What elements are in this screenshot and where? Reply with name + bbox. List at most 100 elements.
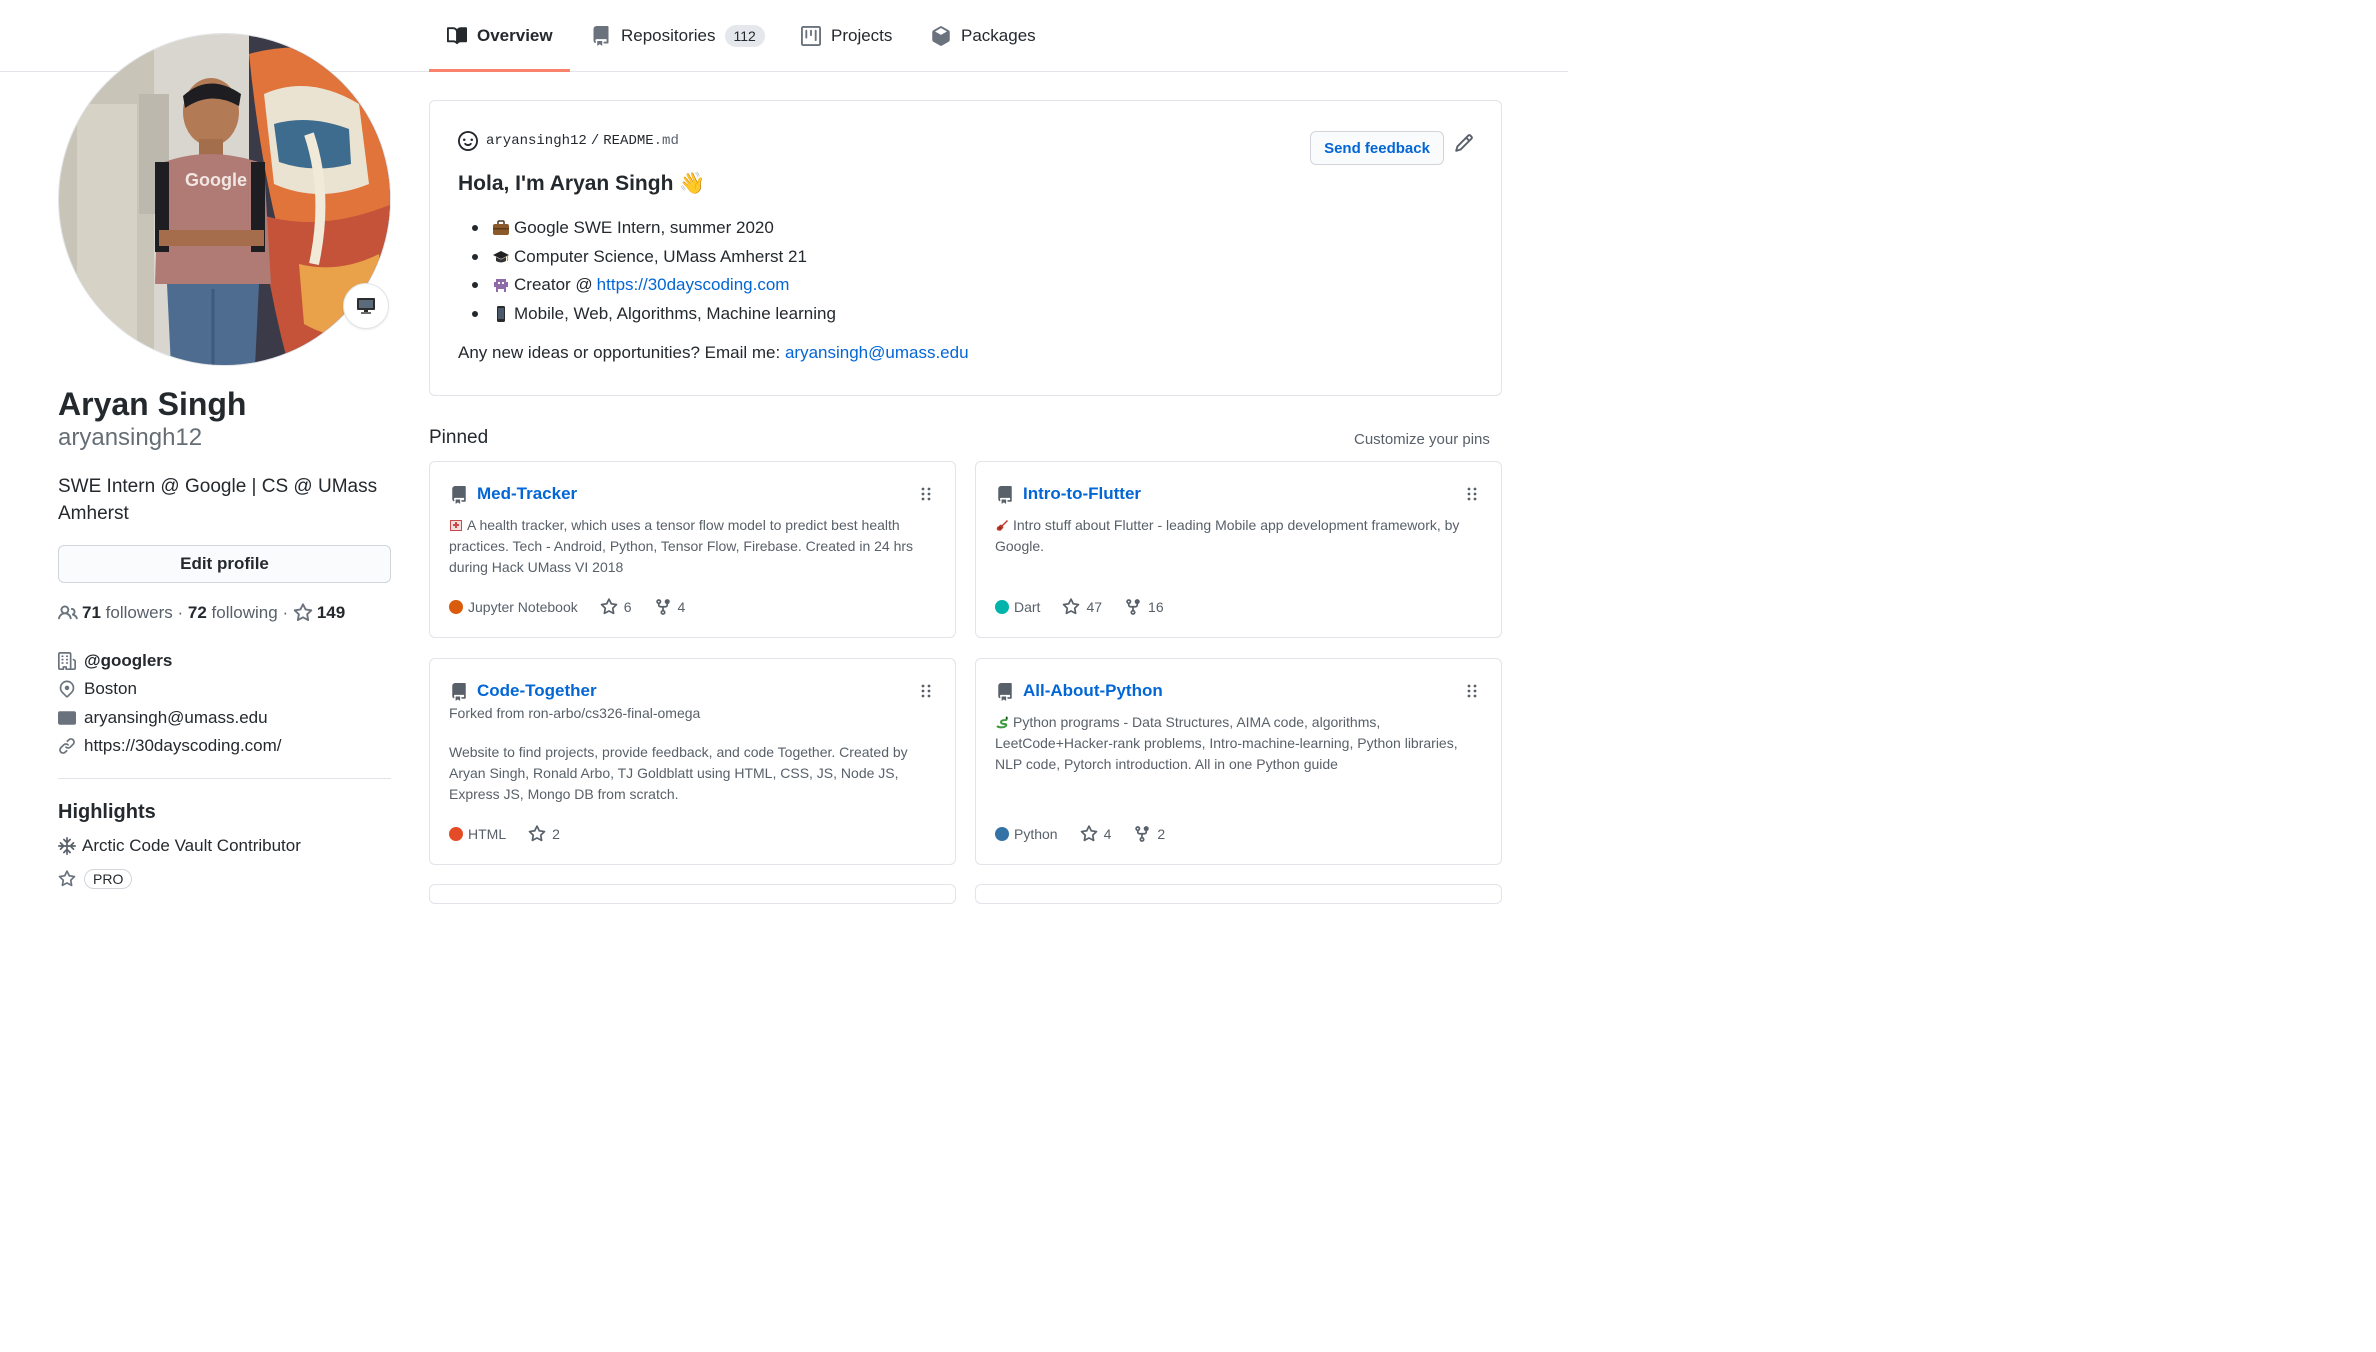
highlight-arctic-vault-label: Arctic Code Vault Contributor <box>82 836 301 855</box>
link-icon <box>59 738 75 754</box>
followers-link[interactable]: 71 followers <box>82 603 173 623</box>
active-tab-indicator <box>429 69 570 72</box>
tab-repositories-label: Repositories <box>621 26 716 45</box>
list-item: Mobile, Web, Algorithms, Machine learnin… <box>458 300 836 329</box>
repo-stars-count: 2 <box>552 826 560 842</box>
send-feedback-button[interactable]: Send feedback <box>1310 131 1444 165</box>
alien-monster-icon <box>494 279 508 293</box>
language-color-dot <box>449 600 463 614</box>
profile-username: aryansingh12 <box>58 424 203 451</box>
edit-profile-button[interactable]: Edit profile <box>58 545 391 583</box>
repo-forks-link[interactable]: 2 <box>1133 825 1165 843</box>
star-icon <box>58 870 76 887</box>
pencil-icon[interactable] <box>1454 133 1474 153</box>
forked-from-text[interactable]: Forked from ron-arbo/cs326-final-omega <box>449 705 700 721</box>
readme-contact-text: Any new ideas or opportunities? Email me… <box>458 343 785 362</box>
readme-website-link[interactable]: https://30dayscoding.com <box>597 275 790 295</box>
bullet <box>472 253 478 260</box>
repo-stars-link[interactable]: 47 <box>1062 598 1102 616</box>
tab-projects-label: Projects <box>831 26 893 45</box>
readme-contact: Any new ideas or opportunities? Email me… <box>458 343 969 363</box>
stars-link[interactable]: 149 <box>293 603 345 623</box>
repo-description-text: Python programs - Data Structures, AIMA … <box>995 714 1458 772</box>
repo-forks-link[interactable]: 16 <box>1124 598 1164 616</box>
highlights-title: Highlights <box>58 801 156 823</box>
customize-pins-link[interactable]: Customize your pins <box>1354 431 1490 448</box>
mobile-phone-icon <box>497 305 505 322</box>
list-item: Google SWE Intern, summer 2020 <box>458 214 836 243</box>
readme-path-separator: / <box>590 133 600 149</box>
following-label: following <box>211 603 278 622</box>
readme-item-text: Creator @ <box>514 275 593 295</box>
star-icon <box>1063 598 1080 615</box>
star-icon <box>528 825 546 842</box>
list-item: Creator @ https://30dayscoding.com <box>458 271 836 300</box>
repo-forks-link[interactable]: 4 <box>654 598 685 616</box>
pro-badge: PRO <box>84 869 133 889</box>
readme-item-text: Mobile, Web, Algorithms, Machine learnin… <box>514 303 836 323</box>
drag-handle-icon[interactable] <box>919 683 933 699</box>
organization-link[interactable]: @googlers <box>84 651 172 671</box>
repo-stars-count: 6 <box>623 599 632 615</box>
readme-owner-link[interactable]: aryansingh12 <box>486 133 587 149</box>
following-count: 72 <box>187 603 207 622</box>
readme-filename[interactable]: README <box>603 133 653 149</box>
repo-icon <box>452 486 466 504</box>
readme-email-link[interactable]: aryansingh@umass.edu <box>785 343 969 362</box>
repo-stars-link[interactable]: 4 <box>1080 825 1112 843</box>
repo-language: Python <box>1014 826 1058 842</box>
repo-name-link[interactable]: Code-Together <box>477 681 597 701</box>
repo-description: Python programs - Data Structures, AIMA … <box>995 712 1485 775</box>
drag-handle-icon[interactable] <box>1465 486 1479 502</box>
star-icon <box>1080 825 1097 842</box>
language-color-dot <box>449 827 463 841</box>
tab-overview[interactable]: Overview <box>447 0 553 72</box>
repo-forks-count: 16 <box>1148 599 1164 615</box>
bullet <box>472 310 478 317</box>
bullet <box>472 225 478 232</box>
readme-extension: .md <box>653 133 679 149</box>
tab-projects[interactable]: Projects <box>801 0 892 72</box>
repo-stars-count: 4 <box>1103 826 1112 842</box>
following-link[interactable]: 72 following <box>188 603 278 623</box>
readme-list: Google SWE Intern, summer 2020 Computer … <box>458 214 836 328</box>
tab-overview-label: Overview <box>477 26 553 45</box>
highlight-arctic-vault[interactable]: Arctic Code Vault Contributor <box>58 836 301 856</box>
avatar-shirt-text: Google <box>185 170 247 190</box>
location-icon <box>59 680 75 698</box>
bullet <box>472 282 478 289</box>
set-status-button[interactable] <box>343 283 389 329</box>
repo-name-link[interactable]: Intro-to-Flutter <box>1023 484 1141 504</box>
people-icon <box>58 605 78 620</box>
readme-path: aryansingh12 / README .md <box>458 131 679 151</box>
tab-packages-label: Packages <box>961 26 1036 45</box>
vcard-organization: @googlers <box>58 651 172 671</box>
repo-name-link[interactable]: All-About-Python <box>1023 681 1163 701</box>
repo-stars-count: 47 <box>1086 599 1103 615</box>
tab-packages[interactable]: Packages <box>931 0 1036 72</box>
repo-language: HTML <box>468 826 507 842</box>
pinned-repo-card: Intro-to-Flutter Intro stuff about Flutt… <box>975 461 1502 638</box>
highlight-pro: PRO <box>58 869 133 889</box>
avatar[interactable]: Google <box>58 33 391 366</box>
website-link[interactable]: https://30dayscoding.com/ <box>84 736 282 756</box>
drag-handle-icon[interactable] <box>1465 683 1479 699</box>
pinned-title: Pinned <box>429 427 489 448</box>
pinned-repo-card: All-About-Python Python programs - Data … <box>975 658 1502 865</box>
project-icon <box>801 26 821 46</box>
language-color-dot <box>995 600 1009 614</box>
guitar-icon <box>996 520 1008 531</box>
drag-handle-icon[interactable] <box>919 486 933 502</box>
repo-meta: Python 4 2 <box>995 825 1165 843</box>
repo-name-link[interactable]: Med-Tracker <box>477 484 577 504</box>
profile-name: Aryan Singh <box>58 386 247 422</box>
email-link[interactable]: aryansingh@umass.edu <box>84 708 268 728</box>
vcard-email: aryansingh@umass.edu <box>58 708 268 728</box>
tab-repositories[interactable]: Repositories 112 <box>591 0 765 72</box>
repo-forked-icon <box>452 683 466 701</box>
readme-item-text: Google SWE Intern, summer 2020 <box>514 218 774 238</box>
vcard-website: https://30dayscoding.com/ <box>58 736 282 756</box>
repo-stars-link[interactable]: 2 <box>528 825 560 843</box>
briefcase-icon <box>493 220 509 236</box>
repo-stars-link[interactable]: 6 <box>600 598 632 616</box>
